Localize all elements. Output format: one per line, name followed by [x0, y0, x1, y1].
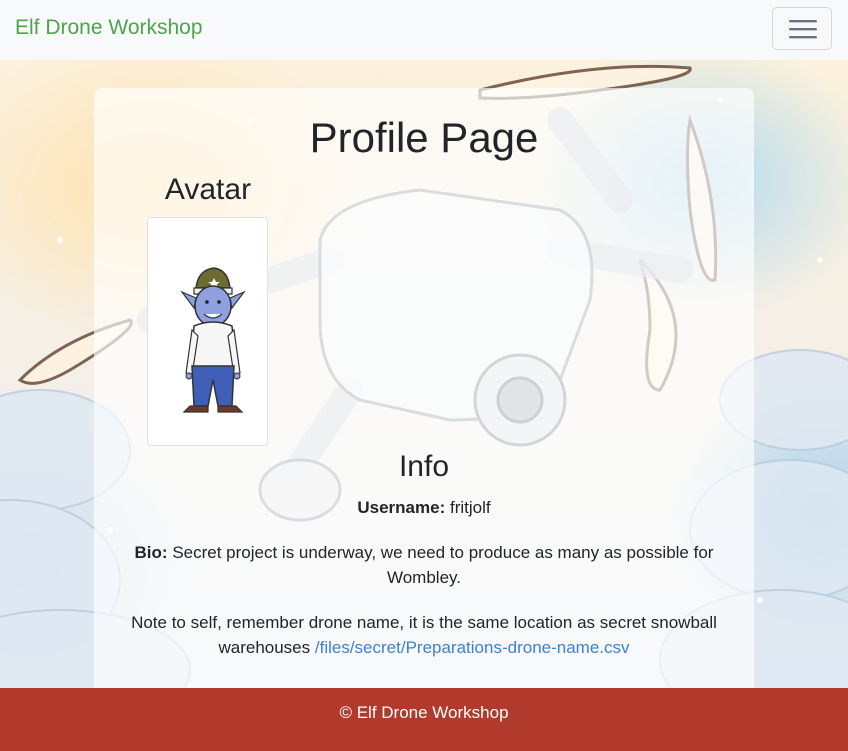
avatar-heading: Avatar	[164, 173, 252, 206]
secret-file-link[interactable]: /files/secret/Preparations-drone-name.cs…	[315, 638, 630, 657]
avatar	[147, 217, 268, 446]
bio-row: Bio: Secret project is underway, we need…	[112, 540, 736, 590]
info-heading: Info	[398, 450, 450, 483]
navbar: Elf Drone Workshop	[0, 0, 848, 60]
bio-text: Secret project is underway, we need to p…	[172, 543, 714, 587]
username-row: Username: fritjolf	[112, 495, 736, 520]
page-title: Profile Page	[309, 114, 539, 161]
username-value: fritjolf	[449, 498, 491, 517]
footer-copyright: © Elf Drone Workshop	[339, 703, 509, 722]
username-label: Username:	[357, 498, 446, 517]
navbar-toggle-button[interactable]	[772, 7, 832, 50]
navbar-brand[interactable]: Elf Drone Workshop	[15, 16, 203, 40]
note-row: Note to self, remember drone name, it is…	[112, 610, 736, 660]
bio-label: Bio:	[134, 543, 168, 562]
elf-avatar-image	[180, 267, 246, 413]
footer: © Elf Drone Workshop	[0, 688, 848, 751]
